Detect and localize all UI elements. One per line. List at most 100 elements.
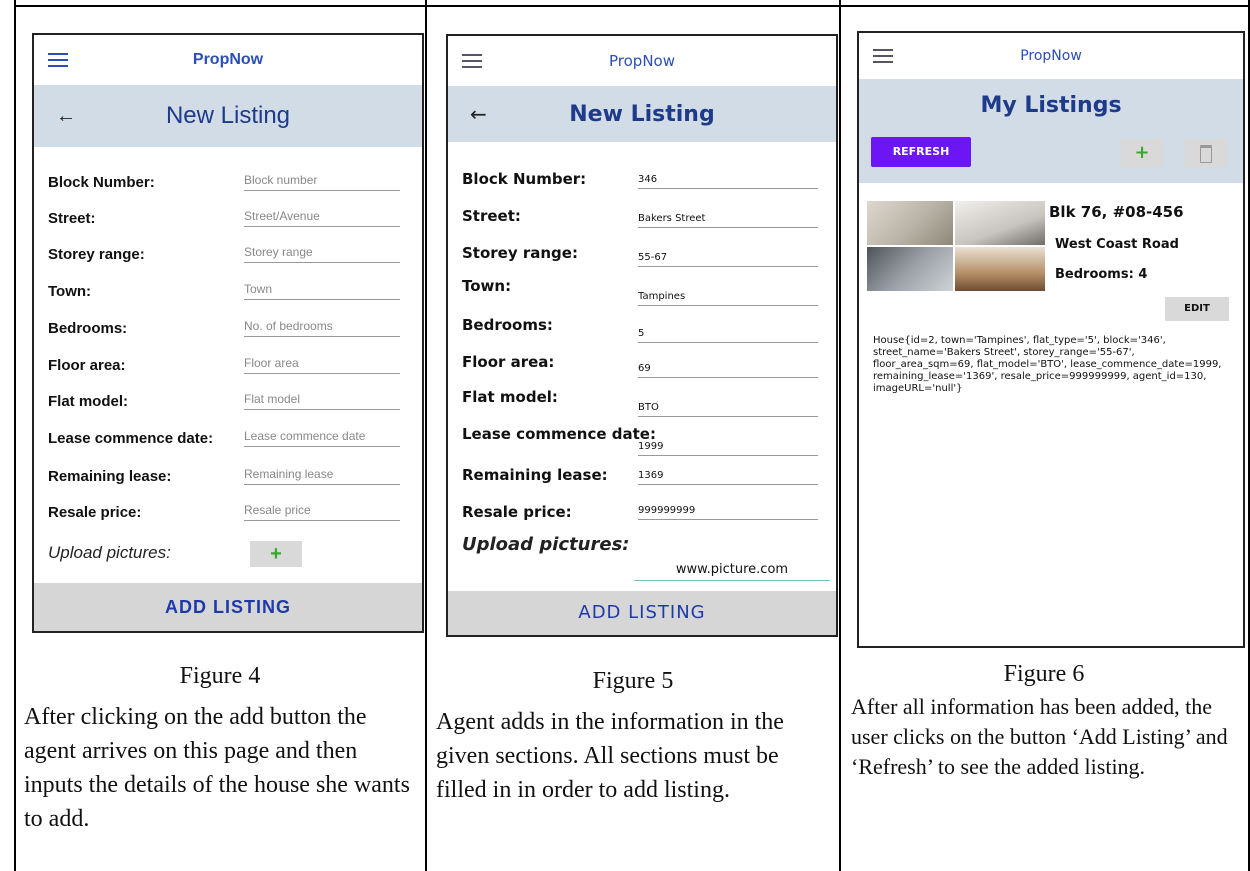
figure5-phone: PropNow ← New Listing Block Number: 346 …: [446, 34, 838, 637]
upload-pictures-label: Upload pictures:: [48, 543, 171, 562]
form-row-block-number: Block Number: Block number: [48, 173, 400, 191]
hamburger-menu-icon[interactable]: [48, 53, 68, 67]
form-row-storey-range: Storey range: 55-67: [462, 240, 836, 277]
table-border-col1: [425, 0, 427, 871]
remaining-lease-input[interactable]: Remaining lease: [244, 467, 400, 485]
street-input[interactable]: Bakers Street: [638, 213, 818, 228]
field-label: Town:: [462, 277, 512, 295]
edit-button[interactable]: EDIT: [1165, 297, 1229, 321]
listing-card[interactable]: Blk 76, #08-456 West Coast Road Bedrooms…: [859, 183, 1243, 357]
remaining-lease-input[interactable]: 1369: [638, 470, 818, 485]
resale-price-input[interactable]: 999999999: [638, 505, 818, 520]
form-row-block-number: Block Number: 346: [462, 166, 836, 203]
field-label: Block Number:: [48, 174, 155, 191]
town-input[interactable]: Town: [244, 282, 400, 300]
form-row-remaining-lease: Remaining lease: Remaining lease: [48, 467, 400, 485]
figure5-label: Figure 5: [592, 668, 674, 694]
form-row-bedrooms: Bedrooms: No. of bedrooms: [48, 319, 400, 337]
figure4-topbar: PropNow: [34, 35, 422, 85]
form-row-flat-model: Flat model: BTO: [462, 388, 836, 425]
figure5-caption: Agent adds in the information in the giv…: [436, 709, 784, 803]
delete-button[interactable]: [1185, 139, 1227, 167]
field-label: Lease commence date:: [48, 430, 214, 447]
form-row-lease-commence-date: Lease commence date: 1999: [462, 425, 836, 462]
flat-model-input[interactable]: BTO: [638, 402, 818, 417]
upload-pictures-label: Upload pictures:: [462, 534, 630, 555]
field-label: Bedrooms:: [48, 320, 128, 337]
listing-bedrooms: Bedrooms: 4: [1055, 267, 1148, 282]
floor-area-input[interactable]: 69: [638, 363, 818, 378]
field-label: Block Number:: [462, 170, 587, 188]
hamburger-menu-icon[interactable]: [462, 54, 482, 68]
add-picture-button[interactable]: +: [250, 541, 302, 567]
form-row-resale-price: Resale price: Resale price: [48, 503, 400, 521]
figure6-caption: After all information has been added, th…: [851, 694, 1228, 779]
form-row-lease-commence-date: Lease commence date: Lease commence date: [48, 429, 400, 447]
field-label: Resale price:: [462, 503, 572, 521]
form-row-street: Street: Street/Avenue: [48, 209, 400, 227]
field-label: Flat model:: [48, 393, 129, 410]
lease-commence-date-input[interactable]: 1999: [638, 441, 818, 456]
table-top-border: [14, 5, 1250, 7]
form-row-storey-range: Storey range: Storey range: [48, 245, 400, 263]
form-row-bedrooms: Bedrooms: 5: [462, 314, 836, 351]
figure4-caption: After clicking on the add button the age…: [24, 704, 410, 832]
listing-photo: [867, 247, 953, 291]
form-row-flat-model: Flat model: Flat model: [48, 392, 400, 410]
town-input[interactable]: Tampines: [638, 291, 818, 306]
add-listing-button[interactable]: ADD LISTING: [34, 583, 422, 631]
resale-price-input[interactable]: Resale price: [244, 503, 400, 521]
block-number-input[interactable]: Block number: [244, 173, 400, 191]
back-arrow-icon[interactable]: ←: [56, 105, 76, 128]
table-border-left: [14, 0, 16, 871]
floor-area-input[interactable]: Floor area: [244, 356, 400, 374]
field-label: Floor area:: [48, 357, 126, 374]
street-input[interactable]: Street/Avenue: [244, 209, 400, 227]
block-number-input[interactable]: 346: [638, 174, 818, 189]
add-listing-button[interactable]: +: [1121, 139, 1163, 167]
form-row-resale-price: Resale price: 999999999: [462, 499, 836, 536]
field-label: Remaining lease:: [48, 468, 172, 485]
figure6-topbar: PropNow: [859, 33, 1243, 79]
listing-photo-collage: [867, 201, 1045, 291]
listing-street: West Coast Road: [1055, 237, 1179, 252]
figure4-phone: PropNow ← New Listing Block Number: Bloc…: [32, 33, 424, 633]
field-label: Floor area:: [462, 353, 555, 371]
page-title: New Listing: [165, 102, 291, 129]
figure4-label: Figure 4: [179, 663, 261, 689]
form-row-remaining-lease: Remaining lease: 1369: [462, 462, 836, 499]
field-label: Town:: [48, 283, 92, 300]
listing-photo: [955, 201, 1045, 245]
add-listing-button[interactable]: ADD LISTING: [448, 591, 836, 635]
listing-photo: [955, 247, 1045, 291]
field-label: Flat model:: [462, 388, 558, 406]
flat-model-input[interactable]: Flat model: [244, 392, 400, 410]
form-row-street: Street: Bakers Street: [462, 203, 836, 240]
storey-range-input[interactable]: 55-67: [638, 252, 818, 267]
bedrooms-input[interactable]: 5: [638, 328, 818, 343]
form-row-floor-area: Floor area: 69: [462, 351, 836, 388]
figure4-header: ← New Listing: [34, 85, 422, 147]
field-label: Street:: [462, 207, 521, 225]
picture-url-input[interactable]: www.picture.com: [634, 562, 830, 581]
form-row-town: Town: Tampines: [462, 277, 836, 314]
app-brand: PropNow: [1020, 48, 1082, 64]
app-brand: PropNow: [192, 51, 264, 68]
page-title: My Listings: [980, 93, 1122, 118]
lease-commence-date-input[interactable]: Lease commence date: [244, 429, 400, 447]
form-row-town: Town: Town: [48, 282, 400, 300]
page-title: New Listing: [569, 101, 715, 127]
back-arrow-icon[interactable]: ←: [470, 102, 487, 126]
figure6-phone: PropNow My Listings REFRESH + Blk 76, #0…: [857, 31, 1245, 648]
storey-range-input[interactable]: Storey range: [244, 245, 400, 263]
field-label: Storey range:: [48, 246, 145, 263]
hamburger-menu-icon[interactable]: [873, 49, 893, 63]
field-label: Lease commence date:: [462, 425, 656, 443]
bedrooms-input[interactable]: No. of bedrooms: [244, 319, 400, 337]
table-border-col2: [839, 0, 841, 871]
listing-debug-text: House{id=2, town='Tampines', flat_type='…: [873, 335, 1222, 394]
form-row-floor-area: Floor area: Floor area: [48, 356, 400, 374]
figure5-header: ← New Listing: [448, 86, 836, 142]
figure5-form: Block Number: 346 Street: Bakers Street …: [462, 166, 836, 536]
refresh-button[interactable]: REFRESH: [871, 137, 971, 167]
